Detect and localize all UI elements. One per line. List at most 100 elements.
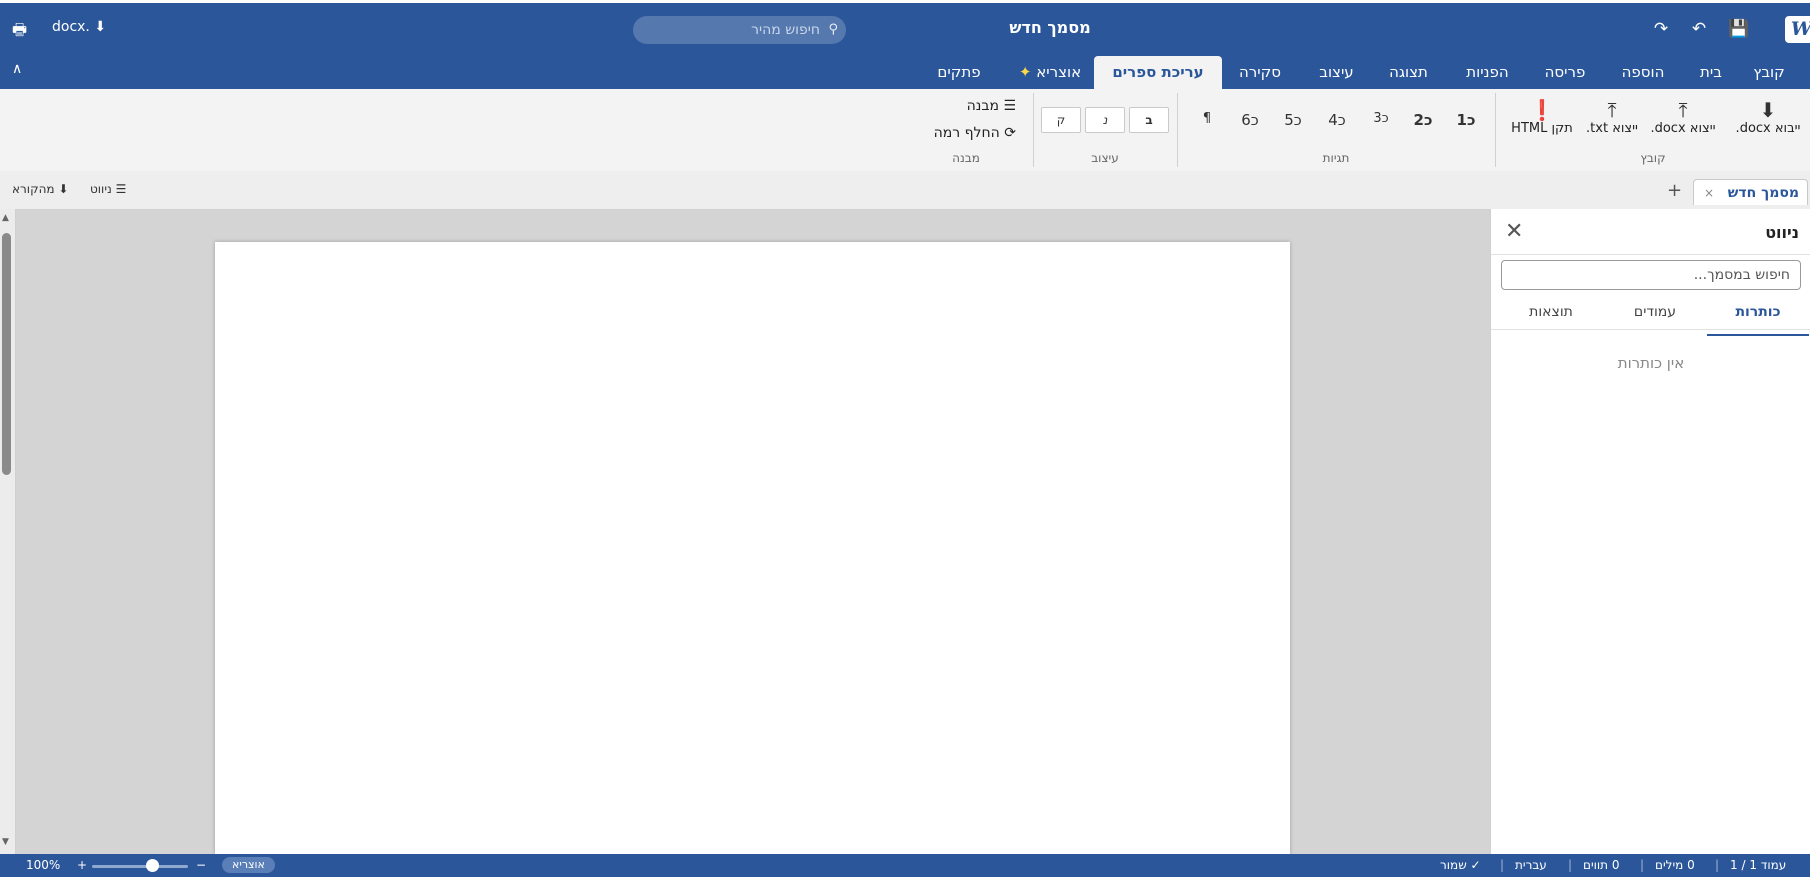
navigation-toggle-button[interactable]: ☰ ניווט [90, 182, 126, 196]
add-tab-button[interactable]: + [1667, 180, 1682, 201]
tags-group-label: תגיות [1322, 151, 1350, 165]
docx-label: docx. [52, 19, 90, 35]
tab-book-editing[interactable]: עריכת ספרים [1094, 56, 1222, 89]
save-status: ✓ שמור [1440, 858, 1481, 872]
export-txt-label: ייצוא txt. [1586, 121, 1638, 136]
upload-icon: ⤒ [1607, 98, 1617, 122]
tab-layout[interactable]: פריסה [1534, 56, 1596, 89]
upload-icon: ⤒ [1678, 98, 1688, 122]
scroll-down-icon[interactable]: ▼ [2, 837, 9, 847]
download-icon: ⬇ [1759, 98, 1777, 122]
tab-headings[interactable]: כותרות [1707, 304, 1809, 336]
quick-search-placeholder: חיפוש מהיר [751, 22, 820, 38]
tab-review[interactable]: סקירה [1230, 56, 1290, 89]
download-icon: ⬇ [94, 19, 107, 35]
export-docx-label: ייצוא docx. [1650, 121, 1716, 136]
document-tab[interactable]: מסמך חדש × [1693, 179, 1808, 205]
zoom-in-button[interactable]: + [77, 858, 87, 872]
navigation-label: ניווט [90, 182, 112, 196]
italic-button[interactable]: נ [1085, 107, 1125, 133]
fix-html-button[interactable]: ❗ תקן HTML [1508, 99, 1576, 136]
format-group-label: עיצוב [1091, 151, 1119, 165]
word-count: 0 מילים [1655, 858, 1695, 872]
scroll-thumb[interactable] [2, 233, 11, 475]
tab-design[interactable]: עיצוב [1309, 56, 1364, 89]
bold-button[interactable]: ב [1129, 107, 1169, 133]
heading-5-button[interactable]: כ5 [1278, 111, 1308, 129]
tab-otzaria-label: אוצריא [1036, 63, 1082, 81]
tab-notes[interactable]: פתקים [928, 56, 990, 89]
otzaria-badge[interactable]: אוצריא [222, 857, 275, 873]
zoom-slider-thumb[interactable] [146, 859, 159, 872]
ribbon: ⬇ ייבוא docx. ⤒ ייצוא docx. ⤒ ייצוא txt.… [0, 89, 1810, 172]
navigation-pane: ניווט ✕ חיפוש במסמך... כותרות עמודים תוצ… [1490, 209, 1810, 854]
list-icon: ☰ [115, 182, 127, 196]
import-docx-label: ייבוא docx. [1735, 121, 1801, 136]
zoom-slider-track[interactable] [92, 865, 188, 868]
refresh-icon: ⟳ [1004, 125, 1016, 141]
heading-1-button[interactable]: כ1 [1451, 111, 1481, 129]
group-divider [1177, 93, 1178, 167]
scroll-up-icon[interactable]: ▲ [2, 213, 9, 223]
structure-group-label: מבנה [952, 151, 980, 165]
status-divider: | [1500, 858, 1505, 872]
document-search-input[interactable]: חיפוש במסמך... [1501, 260, 1801, 290]
from-reader-button[interactable]: ⬇ מהקורא [12, 182, 68, 196]
no-headings-message: אין כותרות [1617, 354, 1685, 372]
title-bar: W 💾 ↶ ↷ מסמך חדש ⚲ חיפוש מהיר docx. ⬇ 🖶 [0, 0, 1810, 51]
import-docx-button[interactable]: ⬇ ייבוא docx. [1726, 99, 1810, 136]
document-page[interactable] [215, 242, 1290, 854]
redo-icon[interactable]: ↷ [1648, 17, 1674, 41]
export-txt-button[interactable]: ⤒ ייצוא txt. [1580, 99, 1644, 136]
tab-references[interactable]: הפניות [1455, 56, 1520, 89]
tab-home[interactable]: בית [1688, 56, 1734, 89]
change-level-label: החלף רמה [933, 125, 1000, 141]
status-divider: | [1568, 858, 1573, 872]
zoom-level: 100% [26, 858, 61, 872]
char-count: 0 תווים [1583, 858, 1620, 872]
status-divider: | [1715, 858, 1720, 872]
import-icon: ⬇ [58, 182, 69, 196]
quick-search-input[interactable]: ⚲ חיפוש מהיר [633, 16, 846, 44]
collapse-ribbon-icon[interactable]: ∧ [12, 61, 22, 77]
group-divider [1033, 93, 1034, 167]
document-tabs-bar: מסמך חדש × + ☰ ניווט ⬇ מהקורא [0, 171, 1810, 210]
print-icon[interactable]: 🖶 [12, 19, 27, 46]
navigation-pane-title: ניווט [1765, 223, 1799, 242]
divider [1491, 329, 1810, 330]
close-tab-icon[interactable]: × [1704, 180, 1714, 206]
structure-button[interactable]: ☰ מבנה [950, 98, 1016, 114]
list-icon: ☰ [1003, 98, 1016, 114]
zoom-out-button[interactable]: − [196, 858, 206, 872]
tab-file[interactable]: קובץ [1744, 56, 1794, 89]
vertical-scrollbar[interactable]: ▲ ▼ [0, 209, 16, 854]
tab-insert[interactable]: הוספה [1612, 56, 1674, 89]
tab-view[interactable]: תצוגה [1380, 56, 1437, 89]
heading-6-button[interactable]: כ6 [1235, 111, 1265, 129]
page-count: עמוד 1 / 1 [1730, 858, 1787, 872]
docx-download-button[interactable]: docx. ⬇ [52, 19, 106, 35]
language-indicator[interactable]: עברית [1515, 858, 1547, 872]
search-icon: ⚲ [828, 22, 838, 37]
paragraph-button[interactable]: ¶ [1192, 111, 1222, 126]
file-group-label: קובץ [1640, 151, 1666, 165]
tab-otzaria[interactable]: ✦ אוצריא [1010, 56, 1090, 89]
from-reader-label: מהקורא [12, 182, 55, 196]
small-text-button[interactable]: ק [1041, 107, 1081, 133]
undo-icon[interactable]: ↶ [1686, 17, 1712, 41]
group-divider [1495, 93, 1496, 167]
change-level-button[interactable]: ⟳ החלף רמה [920, 125, 1016, 141]
close-icon[interactable]: ✕ [1505, 219, 1523, 244]
status-bar: עמוד 1 / 1 | 0 מילים | 0 תווים | עברית |… [0, 854, 1810, 877]
structure-label: מבנה [966, 98, 999, 114]
alert-icon: ❗ [1529, 98, 1555, 122]
document-title: מסמך חדש [1009, 18, 1091, 37]
heading-3-button[interactable]: כ3 [1366, 111, 1396, 126]
app-logo: W [1785, 16, 1810, 43]
export-docx-button[interactable]: ⤒ ייצוא docx. [1650, 99, 1716, 136]
document-tab-label: מסמך חדש [1727, 185, 1799, 201]
heading-4-button[interactable]: כ4 [1322, 111, 1352, 129]
save-icon[interactable]: 💾 [1726, 17, 1752, 41]
divider [1491, 254, 1810, 255]
heading-2-button[interactable]: כ2 [1408, 111, 1438, 129]
